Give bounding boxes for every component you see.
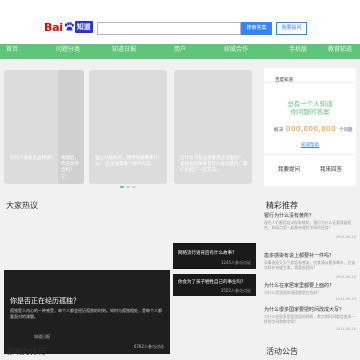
ask-question-button[interactable]: 我要提问 [276,22,307,35]
search-button[interactable]: 搜索答案 [241,22,272,35]
nav-item-daily[interactable]: 知道日报 [112,44,136,59]
recommend-item-meta: 2014-06-18 [264,235,356,239]
ask-action-link[interactable]: 我要提问 [278,165,300,173]
recommend-item-meta: 2014-06-18 [264,275,356,279]
recommend-item-meta: 2014-06-18 [264,297,356,301]
carousel-dots [120,186,136,188]
recommend-item-title[interactable]: 银行为什么没有黄所？ [264,212,314,219]
user-panel: 百度知道 总有一个人知道 你问题的答案 解决 000,000,000 个问题 知… [264,68,356,186]
carousel-card[interactable]: 为什么汽车必须重视这项服务？ 发动机的保养有什么要注意的，我们总结了一些方法。 [174,70,252,184]
help-link[interactable]: 知道帮助 [264,142,356,148]
recommend-item-title[interactable]: 为什么很多国家要把时间改成大写？ [264,306,344,313]
carousel-card-peek[interactable]: 离婚后，你还会怀念吗？它... [58,70,84,184]
search-input[interactable] [97,22,241,35]
recommend-item-date: 2014-06-18 [335,235,356,239]
card-caption: 为什么汽车必须重视这项服务？ 发动机的保养有什么要注意的，我们总结了一些方法。 [180,156,248,174]
side-topic-views: 1245人参与讨论 [220,260,251,265]
recommend-item-title[interactable]: 患多感染有说上都要补一件吗？ [264,252,334,259]
recommend-item-meta: 2014-06-18 [264,327,356,331]
solved-count: 000,000,000 [286,125,337,133]
featured-topic-title[interactable]: 你是否正在经历孤独？ [10,296,80,306]
logo-badge: 知道 [74,21,93,33]
side-topic-title: 网络流行语背后有什么故事？ [178,251,237,256]
side-topic-card[interactable]: 网络流行语背后有什么故事？ 1245人参与讨论 [173,243,256,269]
recommend-item-date: 2014-06-18 [335,275,356,279]
recommend-item-desc: 现在人们都用自动存取款机，银行为什么还要保留柜台，和网点里一起都有哪些不同的业务… [264,220,352,230]
featured-topic[interactable]: 你是否正在经历孤独？ 孤独是人内心的一种感受，每个人都会经历孤独的时刻。如何与孤… [4,270,170,354]
card-caption: 独立升级如何，精神你都需要什么？ 这是你需要了解的内容。 [95,156,158,168]
paw-icon [64,22,74,31]
side-topic-views: 3502人参与讨论 [220,288,251,293]
header: Bai 知道 搜索答案 我要提问 [0,0,360,44]
carousel-dot[interactable] [126,186,130,188]
nav-item-home[interactable]: 首页 [6,44,18,59]
recommend-item-title[interactable]: 为什么在家居家里都要上面的？ [264,282,334,289]
nav-item-categories[interactable]: 问题分类 [56,44,80,59]
hot-topics-title: 大家热议 [6,201,38,210]
card-caption: 离婚后，你还会怀念吗？它... [61,156,79,180]
divider [264,82,356,83]
slogan-line-2: 你问题的答案 [290,108,330,116]
solved-counter: 解决 000,000,000 个问题 [274,125,353,133]
nav-item-partners[interactable]: 权威合作 [224,44,248,59]
nav-item-education[interactable]: 教育知道 [328,44,352,59]
main-nav: 首页 问题分类 知道日报 用户 权威合作 手机版 教育知道 [0,44,360,59]
recommend-title: 精彩推荐 [266,201,298,210]
logo-text: Bai [44,20,63,34]
featured-topic-desc: 孤独是人内心的一种感受，每个人都会经历孤独的时刻。如何与孤独相处，是每个人都要面… [10,308,162,319]
nav-item-mobile[interactable]: 手机版 [289,44,307,59]
recommend-item-desc: 同事说夏天天气热容易感染，饮食清淡要多喝水，应该怎样补充维生素，需要吃药吗？ [264,260,356,270]
recommend-item-desc: 为什么在很多国家里面的钟表，数字和时间都会变成一样的字母和数字呢？ [264,314,356,324]
carousel-dot[interactable] [132,186,136,188]
rank-title: 影响力排行 [6,347,46,356]
answer-action-link[interactable]: 我来回答 [320,165,342,173]
divider [264,154,356,155]
side-topic-card[interactable]: 你会为了孩子牺牲自己的事业吗？ 3502人参与讨论 [173,274,256,296]
page: Bai 知道 搜索答案 我要提问 首页 问题分类 知道日报 用户 权威合作 手机… [0,0,360,360]
side-topic-title: 你会为了孩子牺牲自己的事业吗？ [178,280,246,285]
carousel-card[interactable]: 独立升级如何，精神你都需要什么？ 这是你需要了解的内容。 [89,70,167,184]
recommend-item-date: 2014-06-18 [335,297,356,301]
featured-topic-author: 知道日报 [34,334,50,339]
recommend-item-desc: 为什么家里面的墙面都是白色的？ [264,290,321,295]
recommend-item-date: 2014-06-18 [335,327,356,331]
carousel-dot[interactable] [120,186,124,188]
baidu-zhidao-logo[interactable]: Bai 知道 [44,17,93,37]
event-title: 活动公告 [266,347,298,356]
solved-unit: 个问题 [339,128,353,133]
solved-label: 解决 [274,128,283,133]
featured-topic-views: 6782人参与讨论 [133,344,164,349]
nav-item-users[interactable]: 用户 [174,44,186,59]
